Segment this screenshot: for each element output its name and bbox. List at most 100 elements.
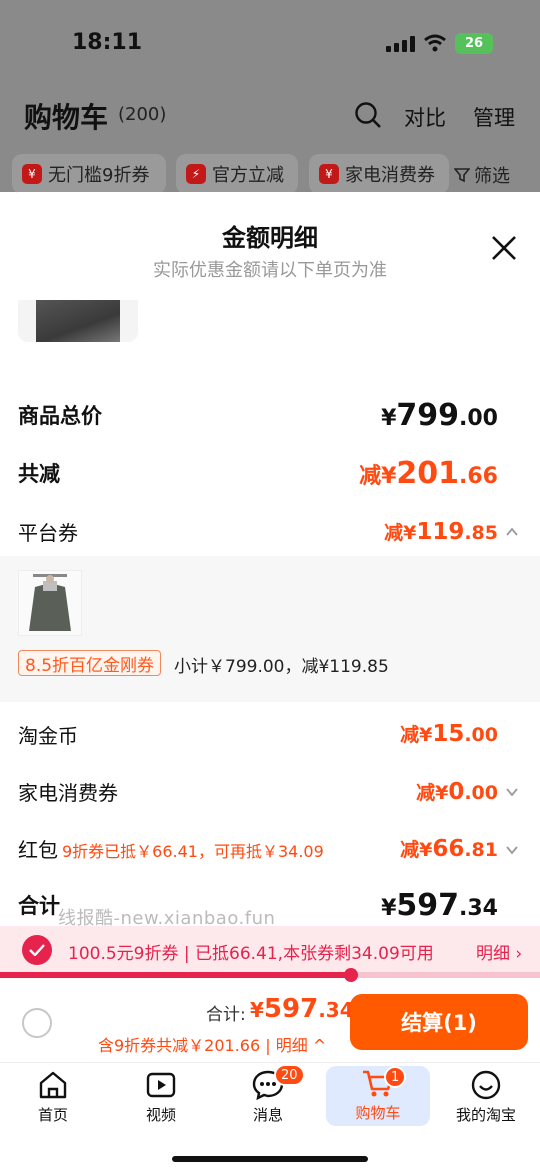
amount-int: 66: [432, 836, 465, 862]
sum-amount: ¥597.34: [381, 888, 498, 923]
amount-dec: .81: [464, 839, 498, 861]
discount-total-label: 共减: [18, 462, 60, 486]
taojinbi-amount: 减¥15.00: [400, 720, 498, 747]
chevron-down-icon[interactable]: [505, 785, 519, 799]
home-icon: [39, 1071, 67, 1099]
battery-level: 26: [464, 36, 484, 51]
amount-dec: .34: [459, 896, 498, 921]
discount-total-amount: 减¥201.66: [359, 456, 498, 491]
select-all-radio[interactable]: [22, 1008, 52, 1038]
profile-icon: [471, 1070, 501, 1100]
currency-symbol: ¥: [381, 406, 397, 431]
wifi-icon: [424, 34, 446, 52]
discount-prefix: 减: [400, 839, 420, 861]
tab-home[interactable]: 首页: [3, 1068, 103, 1128]
goods-total-label: 商品总价: [18, 404, 102, 428]
currency-symbol: ¥: [250, 998, 264, 1022]
footer-discount-detail[interactable]: 含9折券共减￥201.66 | 明细 ^: [98, 1032, 326, 1056]
coupon-progress-knob: [344, 968, 358, 982]
jacket-image: [19, 571, 81, 635]
chevron-down-icon[interactable]: [505, 843, 519, 857]
amount-dec: .85: [464, 522, 498, 544]
video-icon: [146, 1072, 176, 1098]
appliance-coupon-label: 家电消费券: [18, 781, 118, 805]
coupon-progress-fill: [0, 972, 351, 978]
tab-cart[interactable]: 购物车: [326, 1066, 430, 1126]
currency-symbol: ¥: [403, 522, 417, 544]
amount-dec: .00: [464, 782, 498, 804]
amount-int: 15: [432, 721, 465, 747]
sum-label: 合计: [18, 894, 60, 918]
currency-symbol: ¥: [419, 724, 433, 746]
filter-button[interactable]: 筛选: [454, 162, 510, 188]
check-icon: [29, 944, 45, 956]
tab-label: 视频: [145, 1106, 176, 1124]
amount-int: 597: [396, 888, 460, 923]
currency-symbol: ¥: [381, 464, 397, 489]
amount-int: 201: [396, 456, 460, 491]
product-thumbnail: [18, 570, 82, 636]
coupon-detail-link[interactable]: 明细 ›: [476, 939, 522, 964]
chip-label: 官方立减: [212, 165, 284, 186]
goods-total-amount: ¥799.00: [381, 398, 498, 433]
footer-total-amount: ¥597.34: [250, 994, 354, 1024]
chip-appliance-coupon[interactable]: ¥ 家电消费券: [309, 154, 449, 194]
discount-prefix: 减: [400, 724, 420, 746]
amount-dec: .00: [459, 406, 498, 431]
amount-dec: .34: [318, 998, 354, 1022]
tab-label: 首页: [37, 1106, 68, 1124]
tab-video[interactable]: 视频: [111, 1068, 211, 1128]
coupon-icon: ¥: [319, 164, 339, 184]
coupon-checkbox[interactable]: [22, 935, 52, 965]
tab-label: 我的淘宝: [455, 1106, 516, 1124]
chip-official-discount[interactable]: ⚡ 官方立减: [176, 154, 298, 194]
search-icon[interactable]: [354, 101, 382, 129]
messages-badge: 20: [274, 1064, 305, 1086]
signal-icon: [386, 36, 415, 52]
discount-prefix: 减: [384, 522, 404, 544]
taojinbi-label: 淘金币: [18, 724, 78, 748]
discount-prefix: 减: [416, 782, 436, 804]
platform-coupon-label: 平台券: [18, 521, 78, 545]
chip-label: 家电消费券: [345, 165, 435, 186]
hongbao-label: 红包: [18, 838, 58, 862]
cart-count: (200): [118, 104, 167, 125]
filter-label: 筛选: [474, 166, 510, 187]
checkout-button[interactable]: 结算(1): [350, 994, 528, 1050]
platform-coupon-amount[interactable]: 减¥119.85: [384, 518, 498, 545]
currency-symbol: ¥: [419, 839, 433, 861]
coupon-selection-text: 100.5元9折券 | 已抵66.41,本张券剩34.09可用: [68, 944, 434, 964]
amount-int: 799: [396, 398, 460, 433]
footer-total-label: 合计:: [206, 1005, 246, 1025]
currency-symbol: ¥: [435, 782, 449, 804]
product-thumbnail-strip: [18, 300, 138, 342]
home-indicator: [172, 1156, 368, 1162]
amount-int: 0: [448, 779, 465, 805]
hongbao-amount[interactable]: 减¥66.81: [400, 835, 498, 862]
tab-label: 消息: [252, 1106, 283, 1124]
chevron-up-icon[interactable]: [505, 525, 519, 539]
coupon-subtotal: 小计￥799.00，减¥119.85: [174, 657, 389, 677]
hongbao-note: 9折券已抵￥66.41，可再抵￥34.09: [62, 842, 324, 861]
amount-dec: .00: [464, 724, 498, 746]
amount-int: 119: [416, 519, 465, 545]
filter-icon: [454, 168, 470, 183]
currency-symbol: ¥: [381, 896, 397, 921]
compare-button[interactable]: 对比: [404, 102, 446, 132]
amount-dec: .66: [459, 464, 498, 489]
amount-int: 597: [263, 994, 319, 1024]
chip-coupon-9[interactable]: ¥ 无门槛9折券: [12, 154, 166, 194]
discount-prefix: 减: [359, 464, 382, 489]
tab-label: 购物车: [355, 1104, 401, 1122]
product-image: [36, 300, 120, 342]
close-icon[interactable]: [490, 234, 518, 262]
sheet-subtitle: 实际优惠金额请以下单页为准: [153, 260, 387, 281]
page-title: 购物车: [24, 101, 109, 134]
coupon-tag: 8.5折百亿金刚券: [18, 650, 162, 676]
appliance-coupon-amount[interactable]: 减¥0.00: [416, 778, 498, 805]
tab-profile[interactable]: 我的淘宝: [436, 1068, 536, 1128]
flash-icon: ⚡: [186, 164, 206, 184]
chip-label: 无门槛9折券: [48, 165, 150, 186]
battery-icon: 26: [455, 33, 493, 54]
manage-button[interactable]: 管理: [473, 102, 515, 132]
